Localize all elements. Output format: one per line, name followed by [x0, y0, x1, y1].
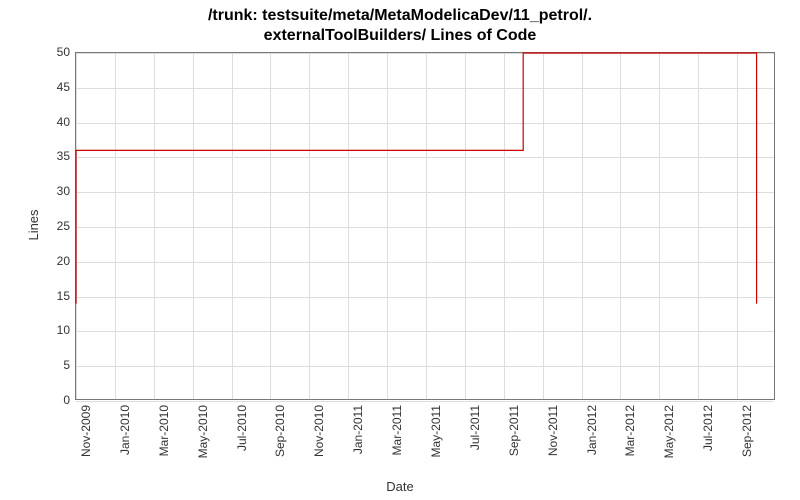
x-tick-label: Jan-2012 [585, 405, 599, 455]
data-line-layer [76, 53, 776, 401]
chart-container: /trunk: testsuite/meta/MetaModelicaDev/1… [0, 0, 800, 500]
y-tick-label: 25 [40, 219, 70, 233]
y-tick-label: 10 [40, 323, 70, 337]
y-tick-label: 15 [40, 289, 70, 303]
x-tick-label: Sep-2011 [507, 405, 521, 456]
x-tick-label: Mar-2012 [623, 405, 637, 456]
y-tick-label: 40 [40, 115, 70, 129]
loc-series-line [76, 53, 757, 304]
y-tick-label: 20 [40, 254, 70, 268]
grid-line-h [76, 401, 774, 402]
y-tick-label: 35 [40, 149, 70, 163]
x-tick-label: Jan-2010 [118, 405, 132, 455]
x-tick-label: Jul-2011 [468, 405, 482, 450]
x-tick-label: Jul-2012 [701, 405, 715, 451]
y-tick-label: 30 [40, 184, 70, 198]
chart-title-line1: /trunk: testsuite/meta/MetaModelicaDev/1… [208, 7, 592, 24]
x-tick-label: Nov-2010 [312, 405, 326, 457]
x-tick-label: Mar-2010 [157, 405, 171, 456]
y-tick-label: 45 [40, 80, 70, 94]
x-tick-label: Sep-2012 [740, 405, 754, 457]
y-tick-label: 50 [40, 45, 70, 59]
x-tick-label: May-2011 [429, 405, 443, 457]
x-tick-label: Mar-2011 [390, 405, 404, 455]
chart-title: /trunk: testsuite/meta/MetaModelicaDev/1… [0, 0, 800, 46]
chart-title-line2: externalToolBuilders/ Lines of Code [264, 27, 537, 44]
x-tick-label: Nov-2009 [79, 405, 93, 457]
x-tick-label: Sep-2010 [273, 405, 287, 457]
x-tick-label: May-2012 [662, 405, 676, 458]
plot-area [75, 52, 775, 400]
x-tick-label: Nov-2011 [546, 405, 560, 456]
x-tick-label: Jul-2010 [235, 405, 249, 451]
x-axis-label: Date [0, 479, 800, 494]
y-tick-label: 5 [40, 358, 70, 372]
y-axis-label: Lines [26, 209, 41, 240]
y-tick-label: 0 [40, 393, 70, 407]
x-tick-label: Jan-2011 [351, 405, 365, 454]
x-tick-label: May-2010 [196, 405, 210, 458]
